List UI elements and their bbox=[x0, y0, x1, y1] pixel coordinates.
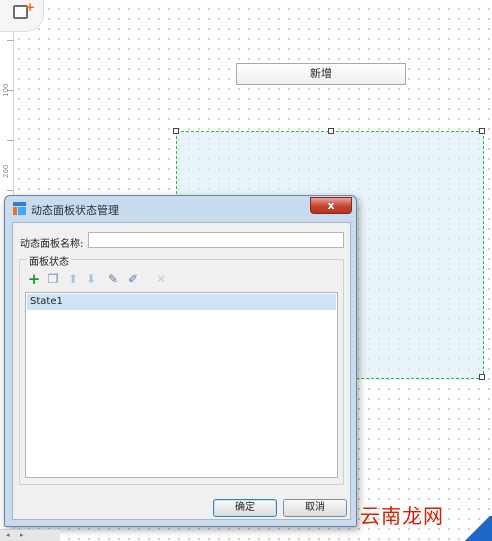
plus-icon: + bbox=[25, 0, 36, 14]
add-widget-tool[interactable]: + bbox=[0, 0, 44, 32]
scroll-left-icon[interactable]: ◂ bbox=[6, 531, 10, 539]
resize-handle-bottom-right[interactable] bbox=[479, 374, 485, 380]
dialog-titlebar[interactable]: 动态面板状态管理 x bbox=[5, 196, 356, 220]
close-button[interactable]: x bbox=[310, 197, 352, 214]
page-tab-strip[interactable]: ◂ ▸ bbox=[0, 529, 60, 541]
ruler-tick bbox=[7, 140, 14, 141]
ok-button[interactable]: 确定 bbox=[213, 499, 277, 517]
move-down-icon[interactable]: ⬇ bbox=[84, 272, 98, 286]
panel-name-input[interactable] bbox=[88, 232, 344, 248]
copy-icon[interactable]: ❐ bbox=[46, 272, 60, 286]
cancel-button[interactable]: 取消 bbox=[283, 499, 347, 517]
edit-all-icon[interactable]: ✐ bbox=[126, 272, 140, 286]
resize-handle-top-left[interactable] bbox=[173, 128, 179, 134]
watermark: 云南龙网 bbox=[360, 504, 444, 528]
ruler-tick bbox=[7, 190, 14, 191]
panel-states-group: 面板状态 + ❐ ⬆ ⬇ ✎ ✐ ✕ State1 bbox=[19, 253, 344, 485]
state-list-item[interactable]: State1 bbox=[27, 294, 336, 310]
panel-name-label: 动态面板名称: bbox=[20, 239, 84, 250]
dialog-client-area: 动态面板名称: 面板状态 + ❐ ⬆ ⬇ ✎ ✐ ✕ State1 确定 取消 bbox=[12, 222, 351, 520]
dialog-title: 动态面板状态管理 bbox=[31, 204, 119, 217]
edit-state-icon[interactable]: ✎ bbox=[106, 272, 120, 286]
move-up-icon[interactable]: ⬆ bbox=[66, 272, 80, 286]
corner-decoration bbox=[462, 516, 492, 541]
resize-handle-top[interactable] bbox=[328, 128, 334, 134]
panel-state-manager-dialog: 动态面板状态管理 x 动态面板名称: 面板状态 + ❐ ⬆ ⬇ ✎ ✐ ✕ St… bbox=[4, 195, 357, 527]
scroll-right-icon[interactable]: ▸ bbox=[20, 531, 24, 539]
ruler-label-100: 100 bbox=[2, 83, 10, 97]
panel-states-title: 面板状态 bbox=[27, 253, 71, 268]
state-list[interactable]: State1 bbox=[25, 292, 338, 478]
add-icon[interactable]: + bbox=[27, 272, 41, 287]
ruler-tick bbox=[7, 40, 14, 41]
app-icon bbox=[13, 202, 26, 215]
canvas-add-button-widget[interactable]: 新增 bbox=[236, 63, 406, 85]
ruler-label-200: 200 bbox=[2, 164, 10, 178]
resize-handle-top-right[interactable] bbox=[479, 128, 485, 134]
delete-icon[interactable]: ✕ bbox=[154, 272, 168, 286]
